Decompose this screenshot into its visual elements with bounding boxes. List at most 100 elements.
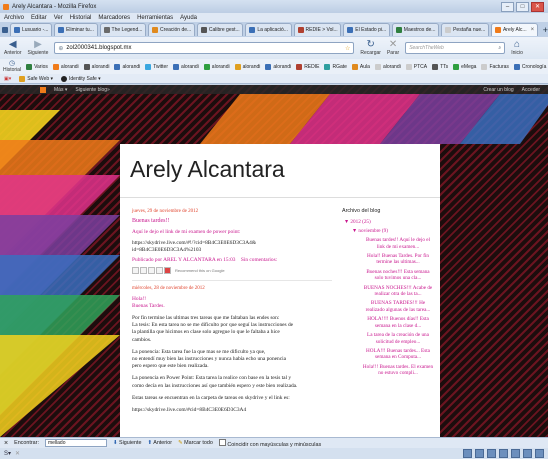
- bookmark-item[interactable]: alorandi: [234, 63, 260, 70]
- archive-year[interactable]: ▼ 2012 (25): [344, 219, 434, 225]
- menu-item-archivo[interactable]: Archivo: [4, 15, 24, 21]
- bookmark-item[interactable]: alorandi: [114, 63, 140, 70]
- archive-entry-link[interactable]: Buenas tardes!! Aquí le dejo el link de …: [362, 237, 434, 250]
- back-button[interactable]: ◀ Anterior: [4, 40, 22, 57]
- facebook-share-icon[interactable]: [156, 267, 163, 275]
- tab-list-icon[interactable]: [2, 26, 8, 33]
- menu-item-editar[interactable]: Editar: [31, 15, 47, 21]
- post-line[interactable]: https://skydrive.live.com/#cid=8B4C3E0E6…: [132, 407, 332, 414]
- archive-entry-link[interactable]: HOLA!!!! Buenos días!! Esta semana en la…: [362, 316, 434, 329]
- close-button[interactable]: ✕: [531, 2, 544, 12]
- find-prev-button[interactable]: ⬆ Anterior: [147, 440, 172, 446]
- browser-tab[interactable]: La aplicació...: [245, 23, 292, 36]
- browser-tab[interactable]: El Estado pi...: [343, 23, 390, 36]
- bookmark-item[interactable]: alorandi: [374, 63, 401, 70]
- menu-item-marcadores[interactable]: Marcadores: [98, 15, 130, 21]
- status-addon-icon[interactable]: [535, 449, 544, 458]
- browser-tab[interactable]: Arely Alc... ×: [490, 23, 538, 36]
- bookmark-item[interactable]: alorandi: [203, 63, 230, 70]
- comments-link[interactable]: Sin comentarios:: [241, 257, 277, 263]
- status-close-icon[interactable]: ✕: [15, 450, 20, 457]
- status-menu[interactable]: S▾: [4, 450, 11, 457]
- maximize-button[interactable]: □: [516, 2, 529, 12]
- blog-share-icon[interactable]: [140, 267, 147, 275]
- browser-tab[interactable]: The Legend...: [99, 23, 147, 36]
- bookmark-item[interactable]: Twitter: [145, 63, 168, 70]
- minimize-button[interactable]: –: [501, 2, 514, 12]
- highlight-all-toggle[interactable]: ✎ Marcar todo: [178, 440, 213, 446]
- bookmark-item[interactable]: REDIE: [296, 63, 319, 70]
- browser-tab[interactable]: Calibre gest...: [196, 23, 244, 36]
- bookmark-item[interactable]: alorandi: [83, 63, 109, 70]
- status-addon-icon[interactable]: [511, 449, 520, 458]
- home-icon: ⌂: [514, 39, 521, 50]
- more-button[interactable]: Más ▾: [54, 87, 67, 93]
- bookmark-item[interactable]: Aula: [351, 63, 370, 70]
- search-icon[interactable]: ⌕: [498, 45, 501, 51]
- post-title[interactable]: Buenas tardes!!: [132, 218, 332, 225]
- history-button[interactable]: ◷ Historial: [3, 60, 21, 73]
- browser-tab[interactable]: Eliminar tu...: [54, 23, 98, 36]
- browser-tab[interactable]: Creación de...: [148, 23, 195, 36]
- next-blog-link[interactable]: Siguiente blog»: [75, 87, 109, 93]
- find-next-button[interactable]: ⬇ Siguiente: [113, 440, 142, 446]
- status-addon-icon[interactable]: [487, 449, 496, 458]
- post-author[interactable]: Publicado por AREL Y ALCANTARA en 15:03: [132, 257, 235, 263]
- find-close-button[interactable]: ×: [4, 440, 8, 447]
- bookmark-item[interactable]: RGate: [324, 63, 347, 70]
- bookmark-item[interactable]: Cronología: [513, 63, 546, 70]
- archive-entry-link[interactable]: Hola!!! Buenas tardes. El examen no estu…: [362, 364, 434, 377]
- archive-entry-link[interactable]: BUENAS NOCHES!!! Acabe de realizar otra …: [362, 285, 434, 298]
- archive-entry-link[interactable]: Hola!! Buenas Tardes. Por fin termine la…: [362, 253, 434, 266]
- bookmark-item[interactable]: PTCA: [405, 63, 427, 70]
- bookmark-item[interactable]: eMega: [453, 63, 476, 70]
- email-share-icon[interactable]: [132, 267, 139, 275]
- blog-title[interactable]: Arely Alcantara: [130, 156, 285, 183]
- new-tab-icon[interactable]: +: [543, 25, 548, 35]
- archive-entry-link[interactable]: BUENAS TARDES!!! He realizado algunas de…: [362, 300, 434, 313]
- blogger-logo-icon[interactable]: [40, 86, 46, 93]
- menu-item-historial[interactable]: Historial: [70, 15, 92, 21]
- reload-button[interactable]: ↻ Recargar: [360, 40, 381, 57]
- bookmark-item[interactable]: alorandi: [265, 63, 291, 70]
- tab-close-icon[interactable]: ×: [531, 27, 535, 33]
- menu-item-ayuda[interactable]: Ayuda: [180, 15, 197, 21]
- google-plus-icon[interactable]: [164, 267, 171, 275]
- status-addon-icon[interactable]: [523, 449, 532, 458]
- post-link-line[interactable]: id=8B4C3E0E6D3C3A4%2103: [132, 247, 332, 254]
- addon-menu-icon[interactable]: ▣▾: [4, 76, 11, 82]
- archive-entry-link[interactable]: Buenas noches!!! Esta semana solo tuvimo…: [362, 269, 434, 282]
- archive-month[interactable]: ▼ noviembre (9): [352, 228, 434, 234]
- sign-in-link[interactable]: Acceder: [522, 87, 540, 93]
- create-blog-link[interactable]: Crear un blog: [483, 87, 513, 93]
- stop-button[interactable]: ✕ Parar: [387, 40, 399, 57]
- bookmark-star-icon[interactable]: ☆: [345, 45, 350, 52]
- menu-item-herramientas[interactable]: Herramientas: [137, 15, 173, 21]
- browser-tab[interactable]: Lusuario -...: [10, 23, 53, 36]
- home-button[interactable]: ⌂ Inicio: [511, 39, 523, 57]
- status-addon-icon[interactable]: [475, 449, 484, 458]
- identity-safe-button[interactable]: Identity Safe ▾: [61, 75, 101, 82]
- forward-button[interactable]: ▶ Siguiente: [28, 40, 49, 57]
- url-bar[interactable]: ⊕ zol2000341.blogspot.mx ☆: [54, 42, 355, 54]
- tab-label: Calibre gest...: [208, 27, 240, 33]
- archive-entry-link[interactable]: HOLA!!! Buenas tardes... Esta semana en …: [362, 348, 434, 361]
- bookmark-item[interactable]: alorandi: [173, 63, 199, 70]
- post-link-line[interactable]: https://skydrive.live.com/#!/?cid=8B4C3E…: [132, 240, 332, 247]
- menu-item-ver[interactable]: Ver: [54, 15, 63, 21]
- browser-tab[interactable]: REDIE > Vol...: [293, 23, 342, 36]
- browser-tab[interactable]: Maestros de...: [391, 23, 440, 36]
- bookmark-item[interactable]: Facturas: [481, 63, 509, 70]
- status-addon-icon[interactable]: [463, 449, 472, 458]
- twitter-share-icon[interactable]: [148, 267, 155, 275]
- bookmark-item[interactable]: alorandi: [52, 63, 79, 70]
- status-addon-icon[interactable]: [499, 449, 508, 458]
- archive-entry-link[interactable]: La tarea de la creación de una solicitud…: [362, 332, 434, 345]
- match-case-checkbox[interactable]: Coincidir con mayúsculas y minúsculas: [218, 438, 321, 448]
- bookmark-item[interactable]: Varios: [26, 63, 48, 70]
- search-input[interactable]: SearchTheWeb ⌕: [405, 42, 506, 54]
- find-input[interactable]: mellado: [44, 439, 107, 447]
- bookmark-item[interactable]: TTs: [432, 63, 448, 70]
- safe-web-button[interactable]: Safe Web ▾: [19, 75, 53, 82]
- browser-tab[interactable]: Pestaña nue...: [441, 23, 489, 36]
